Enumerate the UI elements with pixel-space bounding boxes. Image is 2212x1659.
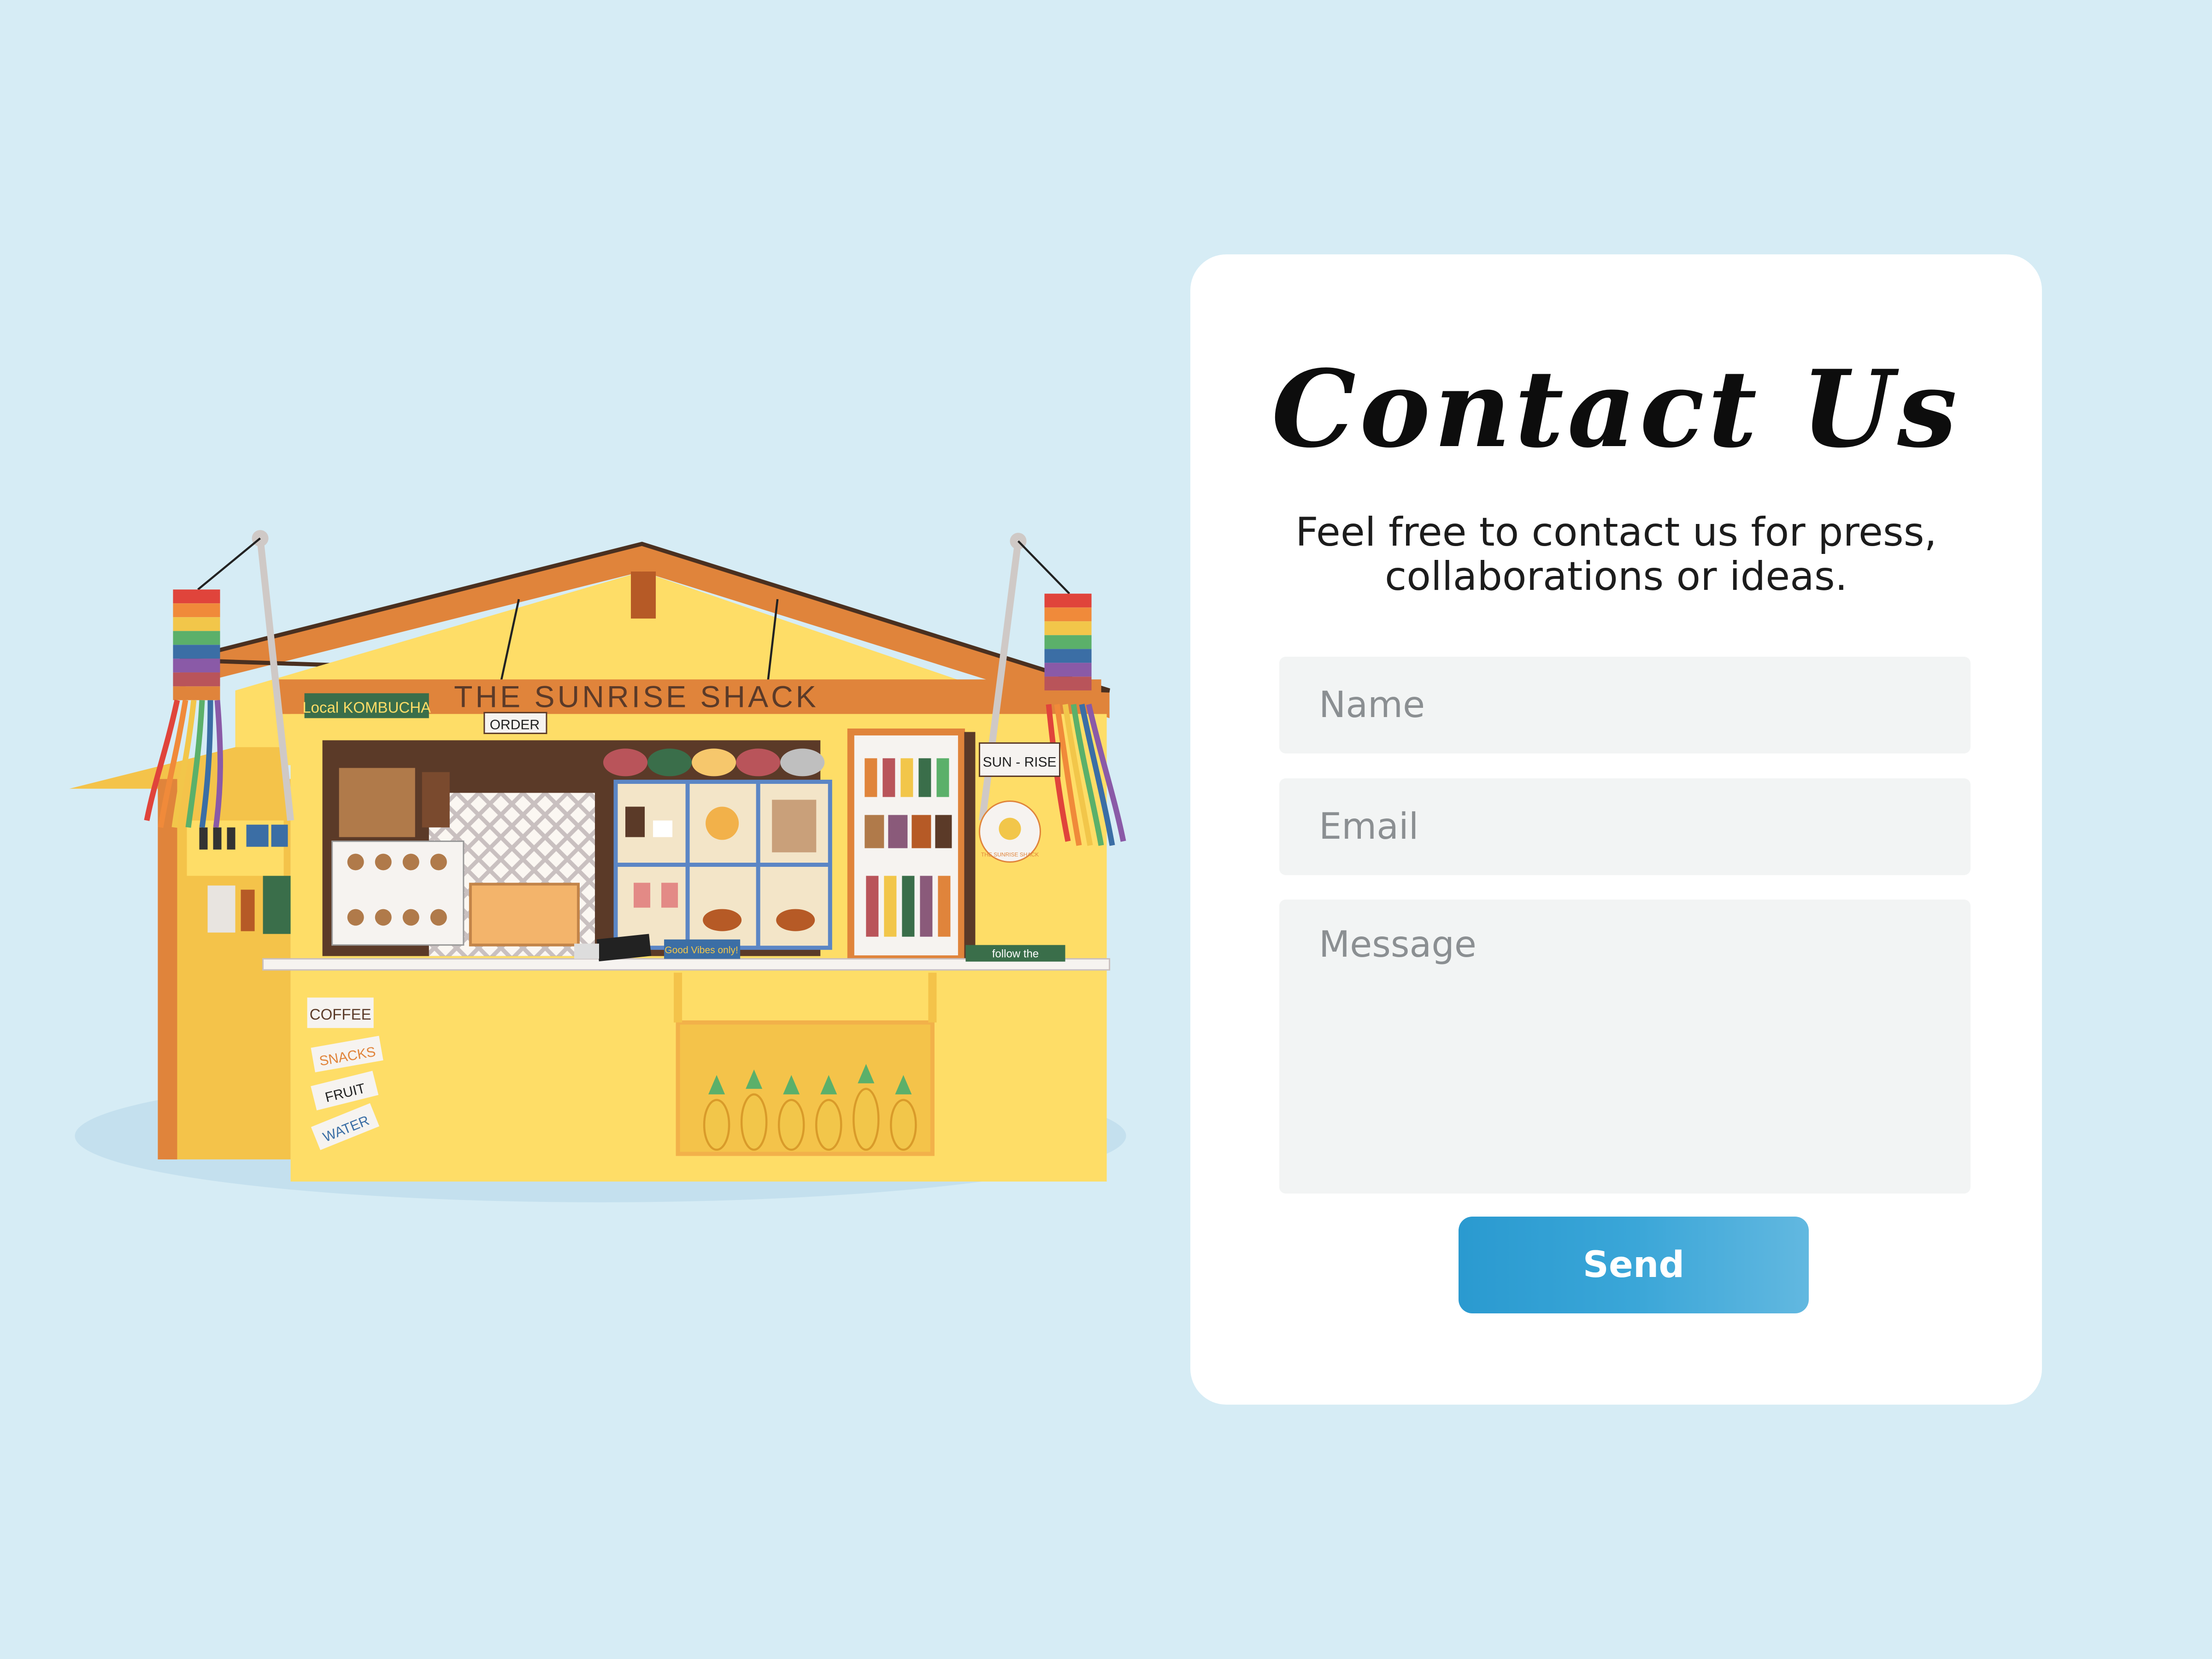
menu-item-coffee: COFFEE xyxy=(310,1006,371,1023)
sunrise-shack-illustration: THE SUNRISE SHACK Local KOMBUCHA ORDER S… xyxy=(69,530,1126,1202)
shack-sign: THE SUNRISE SHACK xyxy=(454,679,819,713)
follow-sign: follow the xyxy=(992,948,1039,960)
contact-card: Contact Us Feel free to contact us for p… xyxy=(1190,254,2042,1405)
page-title: Contact Us xyxy=(1271,347,1961,471)
send-button[interactable]: Send xyxy=(1459,1217,1809,1313)
round-logo-text: THE SUNRISE SHACK xyxy=(981,852,1039,858)
message-field[interactable] xyxy=(1279,900,1971,1194)
good-vibes-sign: Good Vibes only! xyxy=(665,945,738,956)
contact-subtitle: Feel free to contact us for press, colla… xyxy=(1295,509,1937,600)
sunrise-sign: SUN - RISE xyxy=(982,754,1056,770)
name-field[interactable] xyxy=(1279,657,1971,753)
order-sign: ORDER xyxy=(490,717,540,732)
email-field[interactable] xyxy=(1279,778,1971,875)
kombucha-sign: Local KOMBUCHA xyxy=(302,699,431,716)
page-background: THE SUNRISE SHACK Local KOMBUCHA ORDER S… xyxy=(0,0,2212,1659)
